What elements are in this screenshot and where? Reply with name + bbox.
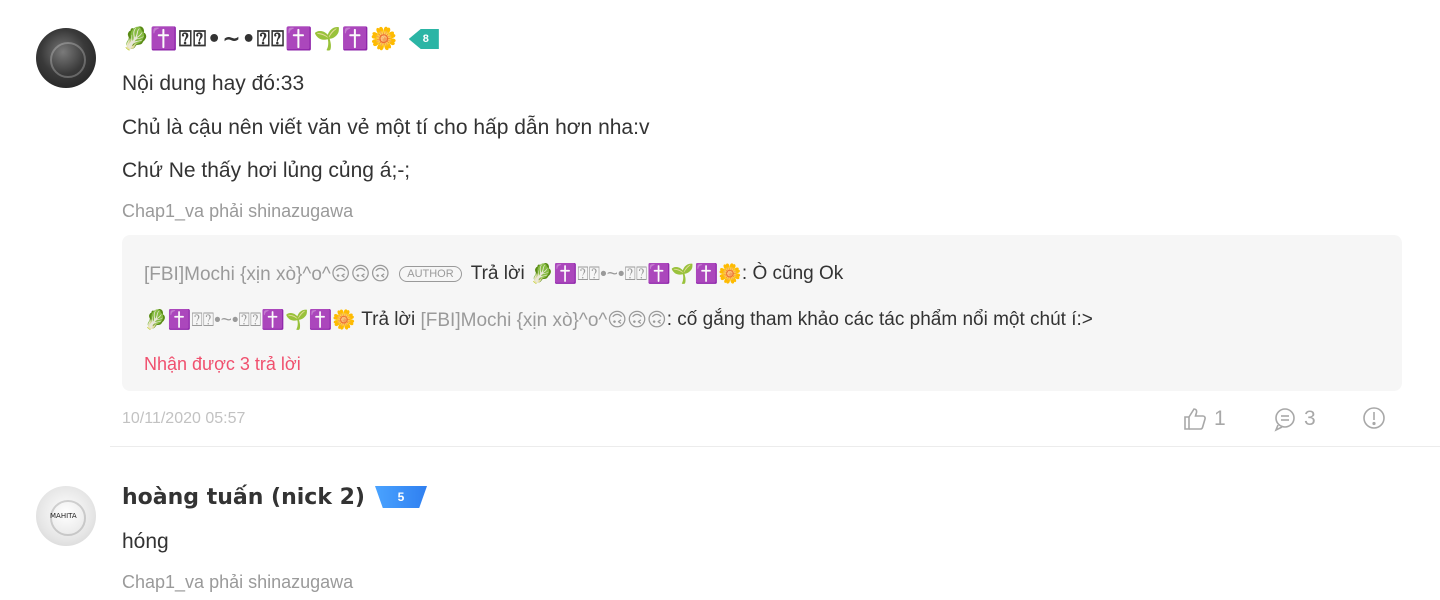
reply-author[interactable]: 🥬✝️⍰⍰•~•⍰⍰✝️🌱✝️🌼 bbox=[144, 308, 356, 332]
reply-verb: Trả lời bbox=[470, 263, 525, 284]
reply-target[interactable]: [FBI]Mochi {xịn xò}^o^🙃🙃🙃 bbox=[421, 309, 667, 332]
reply-author[interactable]: [FBI]Mochi {xịn xò}^o^🙃🙃🙃 bbox=[144, 263, 390, 286]
reply-text: : cố gắng tham khảo các tác phẩm nổi một… bbox=[666, 309, 1093, 330]
comment-icon bbox=[1272, 406, 1298, 432]
comment-timestamp: 10/11/2020 05:57 bbox=[122, 410, 246, 427]
comment-text-line: hóng bbox=[122, 530, 169, 553]
comment-text-line: Chứ Ne thấy hơi lủng củng á;-; bbox=[122, 159, 411, 182]
reply-item: [FBI]Mochi {xịn xò}^o^🙃🙃🙃 AUTHOR Trả lời… bbox=[144, 262, 843, 286]
more-replies-link[interactable]: Nhận được 3 trả lời bbox=[144, 354, 301, 375]
author-tag: AUTHOR bbox=[399, 266, 462, 282]
comment-header: 🥬✝️⍰⍰•~•⍰⍰✝️🌱✝️🌼 8 bbox=[122, 24, 439, 54]
comment-divider bbox=[110, 446, 1440, 447]
avatar-text: MAHITA bbox=[50, 512, 77, 520]
avatar[interactable] bbox=[36, 28, 96, 88]
comment-header: hoàng tuấn (nick 2) 5 bbox=[122, 482, 427, 512]
like-count: 1 bbox=[1214, 407, 1226, 430]
reply-verb: Trả lời bbox=[361, 309, 416, 330]
username[interactable]: hoàng tuấn (nick 2) bbox=[122, 485, 365, 510]
reply-thread: [FBI]Mochi {xịn xò}^o^🙃🙃🙃 AUTHOR Trả lời… bbox=[122, 235, 1402, 391]
avatar[interactable]: MAHITA bbox=[36, 486, 96, 546]
reply-button[interactable]: 3 bbox=[1272, 406, 1316, 432]
reply-count: 3 bbox=[1304, 407, 1316, 430]
thumbs-up-icon bbox=[1182, 406, 1208, 432]
reply-item: 🥬✝️⍰⍰•~•⍰⍰✝️🌱✝️🌼 Trả lời [FBI]Mochi {xịn… bbox=[144, 308, 1093, 332]
level-badge: 5 bbox=[375, 486, 427, 508]
comment-text-line: Nội dung hay đó:33 bbox=[122, 72, 305, 95]
report-icon bbox=[1362, 406, 1386, 430]
like-button[interactable]: 1 bbox=[1182, 406, 1226, 432]
level-badge: 8 bbox=[408, 29, 439, 49]
username[interactable]: 🥬✝️⍰⍰•~•⍰⍰✝️🌱✝️🌼 bbox=[122, 27, 399, 52]
reply-text: : Ò cũng Ok bbox=[741, 263, 844, 284]
comment-text-line: Chủ là cậu nên viết văn vẻ một tí cho hấ… bbox=[122, 116, 650, 139]
report-button[interactable] bbox=[1362, 406, 1386, 430]
chapter-source-link[interactable]: Chap1_va phải shinazugawa bbox=[122, 201, 353, 222]
chapter-source-link[interactable]: Chap1_va phải shinazugawa bbox=[122, 572, 353, 593]
reply-target[interactable]: 🥬✝️⍰⍰•~•⍰⍰✝️🌱✝️🌼 bbox=[530, 262, 742, 286]
